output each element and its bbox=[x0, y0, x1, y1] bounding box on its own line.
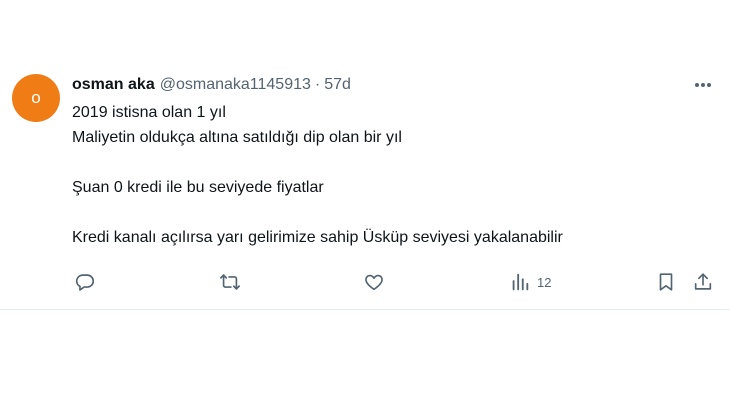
action-bar: 12 bbox=[72, 268, 720, 296]
like-button[interactable] bbox=[363, 268, 385, 296]
retweet-button[interactable] bbox=[218, 268, 242, 296]
tweet-line: Kredi kanalı açılırsa yarı gelirimize sa… bbox=[72, 229, 563, 246]
tweet-text: 2019 istisna olan 1 yıl Maliyetin oldukç… bbox=[72, 100, 712, 250]
timestamp[interactable]: 57d bbox=[324, 76, 351, 94]
author-handle[interactable]: @osmanaka1145913 bbox=[160, 76, 311, 94]
tweet-line: Maliyetin oldukça altına satıldığı dip o… bbox=[72, 129, 402, 146]
avatar[interactable]: o bbox=[12, 74, 60, 122]
share-button[interactable] bbox=[692, 268, 714, 296]
views-icon bbox=[512, 273, 529, 291]
bookmark-icon bbox=[659, 273, 673, 291]
more-icon[interactable] bbox=[692, 75, 714, 95]
views-count: 12 bbox=[537, 274, 552, 290]
bookmark-button[interactable] bbox=[655, 268, 677, 296]
tweet-line: Şuan 0 kredi ile bu seviyede fiyatlar bbox=[72, 179, 324, 196]
separator: · bbox=[314, 76, 321, 93]
tweet-line: 2019 istisna olan 1 yıl bbox=[72, 104, 226, 121]
views-button[interactable]: 12 bbox=[509, 268, 551, 296]
tweet[interactable]: o osman aka @osmanaka1145913 · 57d 2019 … bbox=[0, 0, 730, 310]
reply-icon bbox=[75, 274, 95, 291]
tweet-header: osman aka @osmanaka1145913 · 57d bbox=[72, 74, 351, 96]
retweet-icon bbox=[220, 274, 240, 290]
reply-button[interactable] bbox=[74, 268, 96, 296]
avatar-letter: o bbox=[31, 88, 41, 107]
author-name[interactable]: osman aka bbox=[72, 76, 155, 94]
share-icon bbox=[694, 273, 712, 290]
heart-icon bbox=[365, 274, 383, 291]
